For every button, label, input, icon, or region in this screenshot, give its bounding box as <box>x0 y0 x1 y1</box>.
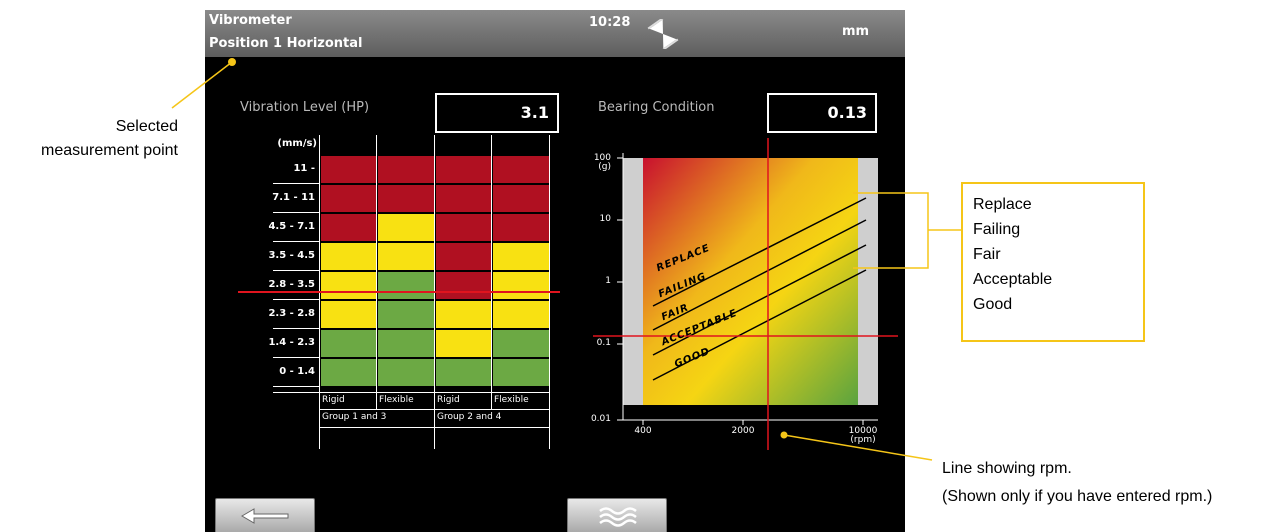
zone-legend-item: Good <box>973 296 1013 313</box>
rpm-annotation-line2: (Shown only if you have entered rpm.) <box>942 488 1213 505</box>
rpm-annotation-line1: Line showing rpm. <box>942 460 1072 477</box>
zone-legend-item: Failing <box>973 221 1021 238</box>
zone-legend-item: Fair <box>973 246 1001 263</box>
zone-legend: Replace Failing Fair Acceptable Good <box>961 182 1145 342</box>
zone-legend-item: Acceptable <box>973 271 1053 288</box>
selected-point-annotation: Selected measurement point <box>0 115 178 163</box>
zone-legend-item: Replace <box>973 196 1032 213</box>
selected-point-text: Selected measurement point <box>41 118 178 159</box>
rpm-annotation: Line showing rpm. (Shown only if you hav… <box>942 455 1212 511</box>
